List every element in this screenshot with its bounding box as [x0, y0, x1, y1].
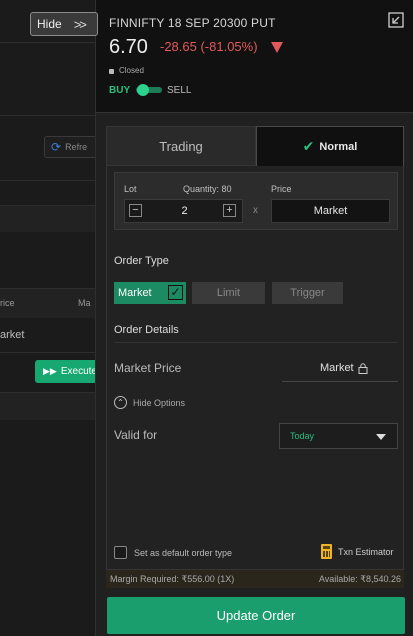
order-type-market-label: Market [118, 287, 152, 299]
validity-select[interactable]: Today [279, 423, 398, 449]
multiply-sign: x [253, 205, 258, 216]
available-funds: Available: ₹8,540.26 [318, 573, 401, 584]
order-panel: FINNIFTY 18 SEP 20300 PUT 6.70 -28.65 (-… [95, 0, 413, 636]
update-order-button[interactable]: Update Order [107, 597, 405, 634]
quantity-section: Lot Quantity: 80 Price 2 − + x Market [114, 172, 398, 230]
order-type-market-button[interactable]: Market ✓ [114, 282, 186, 304]
down-triangle-icon [271, 42, 283, 53]
txn-estimator-link[interactable]: Txn Estimator [321, 544, 394, 559]
status-dot-icon [109, 69, 114, 74]
table-col-header: Ma [78, 298, 91, 308]
sell-label[interactable]: SELL [167, 85, 191, 96]
divider [282, 381, 398, 382]
divider [0, 180, 100, 181]
tab-normal-label: Normal [319, 140, 358, 153]
price-label: Price [271, 184, 292, 194]
price-value: Market [313, 205, 348, 217]
margin-bar: Margin Required: ₹556.00 (1X) Available:… [106, 570, 404, 588]
lock-icon [358, 362, 368, 374]
checkbox-checked-icon: ✓ [168, 285, 183, 300]
table-cell: arket [0, 329, 25, 341]
refresh-icon: ⟳ [51, 140, 62, 154]
instrument-symbol: FINNIFTY 18 SEP 20300 PUT [109, 16, 276, 30]
default-order-checkbox-row[interactable]: Set as default order type [114, 546, 232, 559]
divider [0, 352, 100, 353]
tab-trading-label: Trading [159, 138, 203, 154]
txn-estimator-label: Txn Estimator [338, 546, 394, 557]
divider [0, 42, 100, 43]
order-details-label: Order Details [114, 324, 179, 336]
divider [0, 115, 100, 116]
lot-stepper[interactable]: 2 − + [124, 199, 243, 223]
order-type-trigger-label: Trigger [290, 287, 325, 299]
last-traded-price: 6.70 [109, 36, 148, 58]
check-icon: ✔ [302, 138, 315, 154]
update-order-label: Update Order [216, 608, 296, 623]
hide-label: Hide [37, 17, 62, 31]
tab-trading[interactable]: Trading [106, 126, 256, 166]
hide-panel-button[interactable]: Hide >> [30, 12, 98, 36]
calculator-icon [321, 544, 332, 559]
quantity-label: Quantity: 80 [183, 184, 232, 194]
market-price-label: Market Price [114, 361, 182, 375]
divider [114, 342, 398, 343]
table-col-header: rice [0, 298, 15, 308]
minus-icon[interactable]: − [129, 204, 142, 217]
hide-options-toggle[interactable]: ⌃ Hide Options [114, 396, 185, 409]
double-chevron-right-icon: >> [73, 16, 87, 32]
execute-label: Execute [60, 366, 97, 377]
divider [0, 392, 100, 420]
chevron-down-icon [376, 434, 386, 440]
checkbox[interactable] [114, 546, 127, 559]
order-type-trigger-button[interactable]: Trigger [272, 282, 343, 304]
instrument-header: FINNIFTY 18 SEP 20300 PUT 6.70 -28.65 (-… [96, 0, 413, 113]
buy-label[interactable]: BUY [109, 85, 130, 96]
tab-normal[interactable]: ✔ Normal [256, 126, 404, 166]
divider [0, 205, 100, 232]
buy-sell-toggle[interactable] [136, 84, 162, 96]
market-price-field: Market [282, 362, 398, 374]
margin-required: Margin Required: ₹556.00 (1X) [110, 573, 235, 584]
chevron-up-icon: ⌃ [114, 396, 127, 409]
order-type-label: Order Type [114, 255, 169, 267]
price-field[interactable]: Market [271, 199, 390, 223]
background-page: rice Ma arket ⟳ Refre ▶▶ Execute [0, 0, 100, 636]
market-price-value: Market [320, 362, 354, 374]
product-tabs: Trading ✔ Normal [106, 126, 404, 166]
order-form: Lot Quantity: 80 Price 2 − + x Market Or… [106, 166, 404, 570]
market-status: Closed [119, 66, 144, 75]
refresh-button[interactable]: ⟳ Refre [44, 136, 100, 158]
default-order-label: Set as default order type [134, 547, 233, 558]
price-change: -28.65 (-81.05%) [160, 39, 258, 54]
execute-button[interactable]: ▶▶ Execute [35, 360, 100, 383]
order-type-limit-label: Limit [216, 287, 241, 299]
plus-icon[interactable]: + [223, 204, 236, 217]
toggle-knob [137, 84, 149, 96]
refresh-label: Refre [65, 142, 88, 152]
validity-value: Today [290, 431, 315, 441]
expand-arrow-icon[interactable] [388, 12, 404, 28]
valid-for-label: Valid for [114, 428, 158, 442]
play-icon: ▶▶ [43, 366, 57, 376]
lot-label: Lot [124, 184, 137, 194]
hide-options-label: Hide Options [133, 397, 186, 408]
order-type-limit-button[interactable]: Limit [192, 282, 265, 304]
